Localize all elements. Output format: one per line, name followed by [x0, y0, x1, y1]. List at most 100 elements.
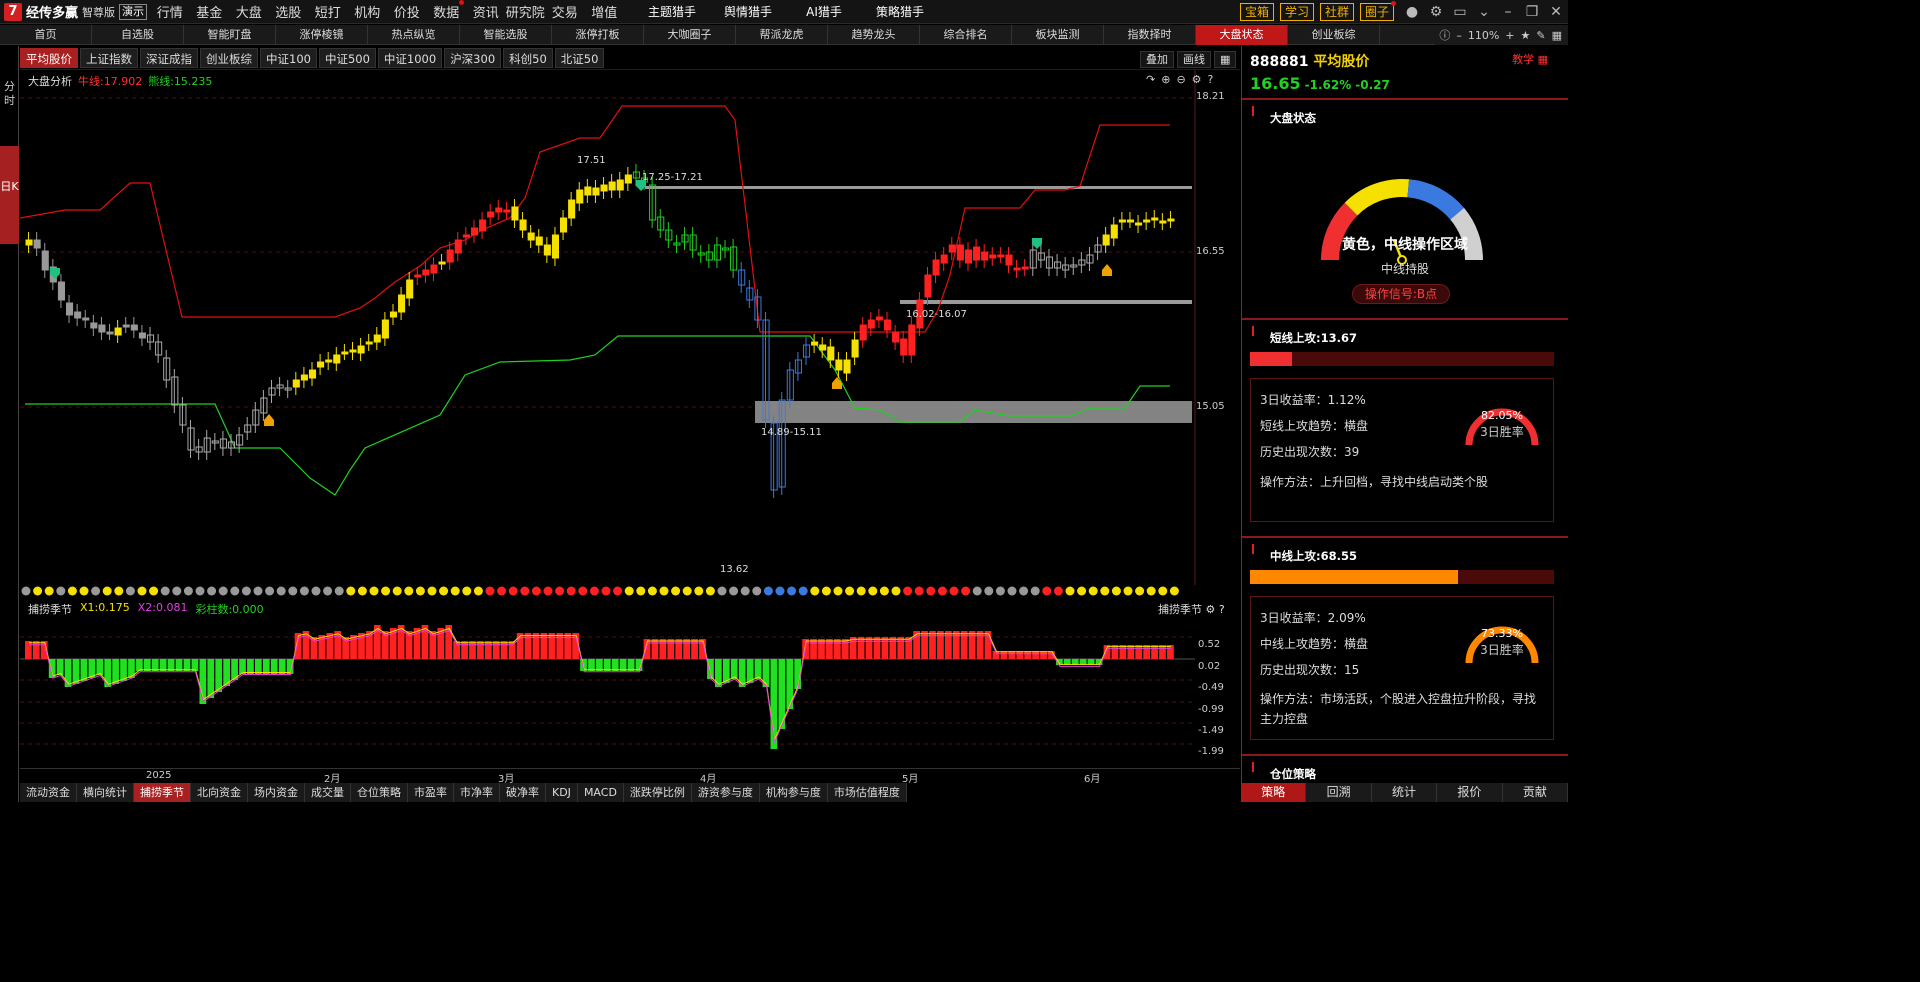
help-icon[interactable]: ? — [1208, 73, 1214, 86]
indicator-tab[interactable]: 市盈率 — [408, 783, 454, 802]
study-button[interactable]: 学习 — [1279, 3, 1314, 21]
menu-item[interactable]: 机构 — [348, 2, 388, 21]
layout-icon[interactable]: ▦ — [1214, 50, 1237, 68]
close-icon[interactable]: ✕ — [1544, 4, 1568, 20]
hunter-menu-item[interactable]: AI猎手 — [786, 3, 862, 20]
nav-tab[interactable]: 自选股 — [92, 25, 184, 45]
demo-badge[interactable]: 演示 — [119, 3, 148, 20]
help-icon[interactable]: ? — [1219, 603, 1225, 616]
overlay-button[interactable]: 叠加 — [1140, 50, 1174, 68]
menu-item[interactable]: 资讯 — [466, 2, 506, 21]
info-icon[interactable]: ⓘ — [1439, 27, 1450, 43]
circle-button[interactable]: 圈子 — [1359, 1, 1397, 21]
panel-tab[interactable]: 策略 — [1241, 783, 1307, 802]
indicator-tab[interactable]: 捕捞季节 — [134, 783, 191, 802]
window-icon[interactable]: ▭ — [1448, 4, 1472, 20]
menu-item[interactable]: 研究院 — [506, 2, 546, 21]
nav-tab[interactable]: 热点纵览 — [368, 25, 460, 45]
user-icon[interactable]: ● — [1400, 4, 1424, 20]
add-icon[interactable]: ⊕ — [1161, 73, 1170, 86]
index-tab[interactable]: 沪深300 — [444, 48, 502, 68]
indicator-tab[interactable]: 横向统计 — [77, 783, 134, 802]
menu-item[interactable]: 增值 — [585, 2, 625, 21]
index-tab[interactable]: 平均股价 — [20, 48, 78, 68]
nav-tab[interactable]: 创业板综 — [1288, 25, 1380, 45]
index-tab[interactable]: 北证50 — [554, 48, 605, 68]
nav-tab[interactable]: 大盘状态 — [1196, 25, 1288, 45]
nav-tab[interactable]: 板块监测 — [1012, 25, 1104, 45]
nav-tab[interactable]: 智能盯盘 — [184, 25, 276, 45]
community-button[interactable]: 社群 — [1319, 3, 1354, 21]
zoom-in-button[interactable]: + — [1505, 29, 1514, 42]
nav-tab[interactable]: 指数择时 — [1104, 25, 1196, 45]
chevron-down-icon[interactable]: ⌄ — [1472, 4, 1496, 20]
settings-icon[interactable]: ⚙ — [1192, 73, 1202, 86]
indicator-tab[interactable]: KDJ — [546, 783, 578, 802]
menu-item[interactable]: 大盘 — [229, 2, 269, 21]
indicator-tab[interactable]: 游资参与度 — [691, 783, 760, 802]
menu-item[interactable]: 交易 — [545, 2, 585, 21]
index-tab[interactable]: 中证500 — [318, 48, 376, 68]
nav-tab[interactable]: 涨停打板 — [552, 25, 644, 45]
star-icon[interactable]: ★ — [1521, 29, 1531, 42]
histogram-bar — [619, 659, 627, 671]
nav-tab[interactable]: 趋势龙头 — [828, 25, 920, 45]
settings-icon[interactable]: ⚙ — [1206, 603, 1216, 616]
indicator-tab[interactable]: 机构参与度 — [759, 783, 828, 802]
panel-tab[interactable]: 统计 — [1372, 783, 1438, 802]
fishing-season-chart[interactable] — [20, 618, 1240, 768]
period-intraday[interactable]: 分时 — [0, 46, 19, 108]
index-tab[interactable]: 深证成指 — [140, 48, 198, 68]
indicator-tab[interactable]: 北向资金 — [191, 783, 248, 802]
menu-item[interactable]: 行情 — [150, 2, 190, 21]
indicator-tab[interactable]: 市净率 — [454, 783, 500, 802]
index-tab[interactable]: 中证1000 — [377, 48, 443, 68]
remove-icon[interactable]: ⊖ — [1176, 73, 1185, 86]
minimize-icon[interactable]: – — [1496, 4, 1520, 20]
indicator-tab[interactable]: 仓位策略 — [351, 783, 408, 802]
zoom-out-button[interactable]: – — [1456, 29, 1462, 42]
period-daily[interactable]: 日K — [0, 146, 19, 244]
nav-tab[interactable]: 智能选股 — [460, 25, 552, 45]
menu-item[interactable]: 选股 — [269, 2, 309, 21]
nav-tab[interactable]: 首页 — [0, 25, 92, 45]
panel-tab[interactable]: 报价 — [1437, 783, 1503, 802]
index-tab[interactable]: 创业板综 — [200, 48, 258, 68]
teach-link[interactable]: 教学 ▦ — [1512, 51, 1548, 67]
nav-tab[interactable]: 帮派龙虎 — [736, 25, 828, 45]
indicator-tab[interactable]: 成交量 — [305, 783, 351, 802]
pen-icon[interactable]: ✎ — [1536, 29, 1545, 42]
nav-tab[interactable]: 大咖圈子 — [644, 25, 736, 45]
hunter-menu-item[interactable]: 主题猎手 — [634, 3, 710, 20]
index-tab[interactable]: 上证指数 — [80, 48, 138, 68]
restore-icon[interactable]: ❐ — [1520, 4, 1544, 20]
treasure-button[interactable]: 宝箱 — [1239, 3, 1274, 21]
menu-item[interactable]: 价投 — [387, 2, 427, 21]
share-icon[interactable]: ↷ — [1146, 73, 1155, 86]
indicator-tab[interactable]: 破净率 — [500, 783, 546, 802]
hunter-menu-item[interactable]: 舆情猎手 — [710, 3, 786, 20]
kline-chart[interactable]: 17.51 17.25-17.21 16.02-16.07 14.89-15.11 13… — [20, 69, 1240, 585]
signal-dot — [369, 586, 379, 596]
legend-title[interactable]: 大盘分析 — [28, 73, 72, 89]
gear-icon[interactable]: ⚙ — [1424, 4, 1448, 20]
menu-item[interactable]: 短打 — [308, 2, 348, 21]
index-tab[interactable]: 科创50 — [503, 48, 553, 68]
index-tab[interactable]: 中证100 — [260, 48, 317, 68]
indicator-tab[interactable]: 场内资金 — [248, 783, 305, 802]
hunter-menu-item[interactable]: 策略猎手 — [862, 3, 938, 20]
draw-line-button[interactable]: 画线 — [1177, 50, 1211, 68]
panel-tab[interactable]: 回溯 — [1306, 783, 1372, 802]
indicator-tab[interactable]: 市场估值程度 — [827, 783, 907, 802]
indicator-tab[interactable]: 流动资金 — [20, 783, 77, 802]
sub-indicator-name[interactable]: 捕捞季节 — [1158, 603, 1202, 616]
panel-tab[interactable]: 贡献 — [1503, 783, 1568, 802]
nav-tab[interactable]: 涨停棱镜 — [276, 25, 368, 45]
indicator-tab[interactable]: MACD — [577, 783, 624, 802]
nav-tab[interactable]: 综合排名 — [920, 25, 1012, 45]
indicator-tab[interactable]: 涨跌停比例 — [623, 783, 692, 802]
grid-icon[interactable]: ▦ — [1552, 29, 1562, 42]
menu-item[interactable]: 基金 — [190, 2, 230, 21]
signal-button[interactable]: 操作信号:B点 — [1352, 284, 1450, 304]
menu-item[interactable]: 数据 — [427, 0, 467, 21]
